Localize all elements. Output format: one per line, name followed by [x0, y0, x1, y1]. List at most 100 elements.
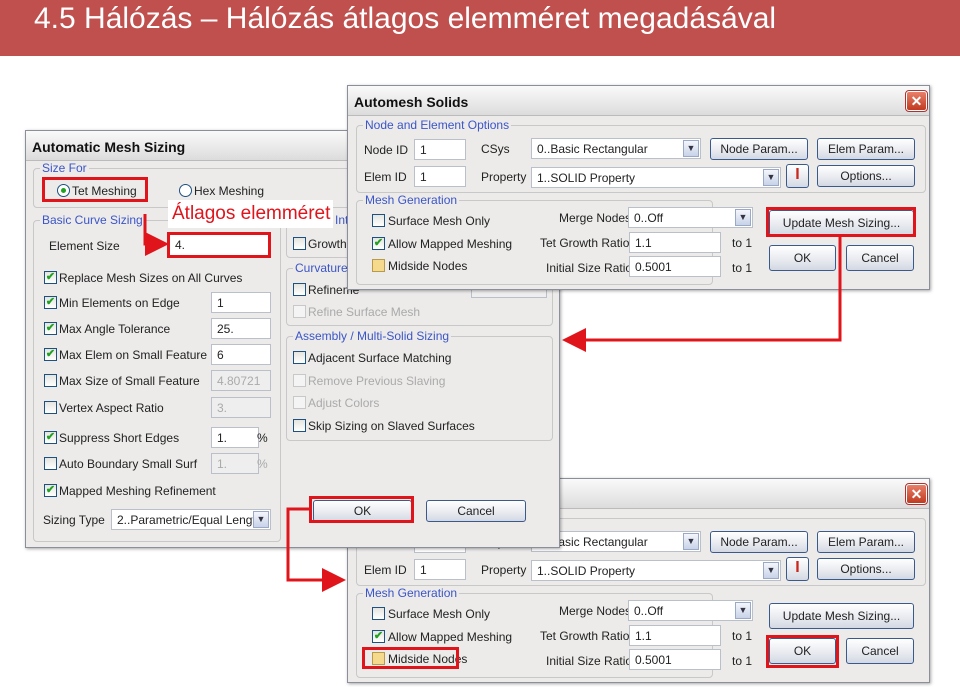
node-param-button[interactable]: Node Param...	[710, 531, 808, 553]
option-label: Vertex Aspect Ratio	[59, 401, 164, 415]
close-icon[interactable]: ✕	[905, 90, 928, 112]
merge-nodes-label: Merge Nodes	[559, 211, 632, 225]
node-param-button[interactable]: Node Param...	[710, 138, 808, 160]
annotation-label: Átlagos elemméret	[168, 200, 333, 228]
sizing-type-select[interactable]: 2..Parametric/Equal Length ▼	[111, 509, 271, 530]
growth-label: Growth	[308, 237, 347, 251]
option-label: Mapped Meshing Refinement	[59, 484, 216, 498]
initial-size-ratio-label: Initial Size Ratio	[546, 261, 633, 275]
option-value-input[interactable]: 1	[211, 292, 271, 313]
assembly-option-label: Adjacent Surface Matching	[308, 351, 452, 365]
assembly-option-label: Adjust Colors	[308, 396, 380, 410]
close-icon[interactable]: ✕	[905, 483, 928, 505]
property-select[interactable]: 1..SOLID Property ▼	[531, 560, 781, 581]
chevron-down-icon[interactable]: ▼	[763, 169, 779, 186]
midside-nodes-highlight	[362, 647, 459, 669]
allow-mapped-meshing-label: Allow Mapped Meshing	[388, 237, 513, 251]
growth-checkbox[interactable]	[293, 237, 306, 250]
group-label: Assembly / Multi-Solid Sizing	[293, 329, 452, 343]
option-checkbox[interactable]	[44, 457, 57, 470]
hex-meshing-radio[interactable]	[179, 184, 192, 197]
option-checkbox[interactable]	[44, 374, 57, 387]
initial-size-ratio-input[interactable]: 0.5001	[629, 256, 721, 277]
elem-param-button[interactable]: Elem Param...	[817, 531, 915, 553]
chevron-down-icon[interactable]: ▼	[735, 209, 751, 226]
to-1-label: to 1	[732, 261, 753, 275]
allow-mapped-meshing-checkbox[interactable]: ✔	[372, 237, 385, 250]
tet-growth-ratio-input[interactable]: 1.1	[629, 232, 721, 253]
tet-growth-ratio-input[interactable]: 1.1	[629, 625, 721, 646]
option-label: Auto Boundary Small Surf	[59, 457, 198, 471]
cancel-button[interactable]: Cancel	[426, 500, 526, 522]
merge-nodes-select[interactable]: 0..Off ▼	[628, 207, 753, 228]
beam-section-icon: I	[795, 166, 800, 183]
chevron-down-icon[interactable]: ▼	[735, 602, 751, 619]
allow-mapped-meshing-label: Allow Mapped Meshing	[388, 630, 513, 644]
option-value-input[interactable]: 6	[211, 344, 271, 365]
merge-nodes-select[interactable]: 0..Off ▼	[628, 600, 753, 621]
assembly-checkbox[interactable]	[293, 396, 306, 409]
update-mesh-sizing-button[interactable]: Update Mesh Sizing...	[769, 603, 914, 629]
chevron-down-icon[interactable]: ▼	[683, 533, 699, 550]
option-checkbox[interactable]: ✔	[44, 484, 57, 497]
tet-meshing-highlight	[42, 177, 148, 202]
option-checkbox[interactable]: ✔	[44, 296, 57, 309]
option-value-input[interactable]: 25.	[211, 318, 271, 339]
elem-param-button[interactable]: Elem Param...	[817, 138, 915, 160]
options-button[interactable]: Options...	[817, 165, 915, 187]
refinement-ratio-checkbox[interactable]	[293, 283, 306, 296]
surface-mesh-only-checkbox[interactable]	[372, 607, 385, 620]
percent-unit: %	[257, 431, 268, 445]
group-label: Curvature-	[293, 261, 354, 275]
option-label: Min Elements on Edge	[59, 296, 180, 310]
property-label: Property	[481, 170, 527, 184]
property-label: Property	[481, 563, 527, 577]
option-value-input[interactable]: 4.80721	[211, 370, 271, 391]
option-value-input[interactable]: 3.	[211, 397, 271, 418]
option-label: Replace Mesh Sizes on All Curves	[59, 271, 243, 285]
options-button[interactable]: Options...	[817, 558, 915, 580]
cancel-button[interactable]: Cancel	[846, 638, 914, 664]
sizing-type-label: Sizing Type	[43, 513, 105, 527]
chevron-down-icon[interactable]: ▼	[253, 511, 269, 528]
node-id-label: Node ID	[364, 143, 409, 157]
property-select[interactable]: 1..SOLID Property ▼	[531, 167, 781, 188]
elem-id-input[interactable]: 1	[414, 166, 466, 187]
elem-id-input[interactable]: 1	[414, 559, 466, 580]
cancel-button[interactable]: Cancel	[846, 245, 914, 271]
assembly-checkbox[interactable]	[293, 419, 306, 432]
allow-mapped-meshing-checkbox[interactable]: ✔	[372, 630, 385, 643]
node-id-input[interactable]: 1	[414, 139, 466, 160]
dialog-title: Automesh Solids	[348, 86, 929, 116]
option-checkbox[interactable]: ✔	[44, 431, 57, 444]
chevron-down-icon[interactable]: ▼	[683, 140, 699, 157]
element-size-highlight	[167, 232, 271, 258]
surface-mesh-only-label: Surface Mesh Only	[388, 214, 491, 228]
refine-surface-checkbox[interactable]	[293, 305, 306, 318]
percent-unit: %	[257, 457, 268, 471]
to-1-label: to 1	[732, 629, 753, 643]
ok-button[interactable]: OK	[769, 245, 836, 271]
option-checkbox[interactable]: ✔	[44, 348, 57, 361]
midside-nodes-checkbox[interactable]	[372, 259, 385, 272]
option-value-input[interactable]: 1.	[211, 453, 259, 474]
chevron-down-icon[interactable]: ▼	[763, 562, 779, 579]
assembly-checkbox[interactable]	[293, 351, 306, 364]
group-label: Mesh Generation	[363, 586, 460, 600]
property-icon-button[interactable]: I	[786, 557, 809, 581]
merge-nodes-value: 0..Off	[634, 211, 664, 225]
property-icon-button[interactable]: I	[786, 164, 809, 188]
csys-value: 0..Basic Rectangular	[537, 142, 648, 156]
surface-mesh-only-checkbox[interactable]	[372, 214, 385, 227]
refine-surface-label: Refine Surface Mesh	[308, 305, 421, 319]
option-checkbox[interactable]: ✔	[44, 322, 57, 335]
option-checkbox[interactable]: ✔	[44, 271, 57, 284]
group-label: Node and Element Options	[363, 118, 512, 132]
initial-size-ratio-input[interactable]: 0.5001	[629, 649, 721, 670]
csys-select[interactable]: 0..Basic Rectangular ▼	[531, 138, 701, 159]
midside-nodes-label: Midside Nodes	[388, 259, 468, 273]
option-checkbox[interactable]	[44, 401, 57, 414]
csys-label: CSys	[481, 142, 510, 156]
option-value-input[interactable]: 1.	[211, 427, 259, 448]
assembly-checkbox[interactable]	[293, 374, 306, 387]
